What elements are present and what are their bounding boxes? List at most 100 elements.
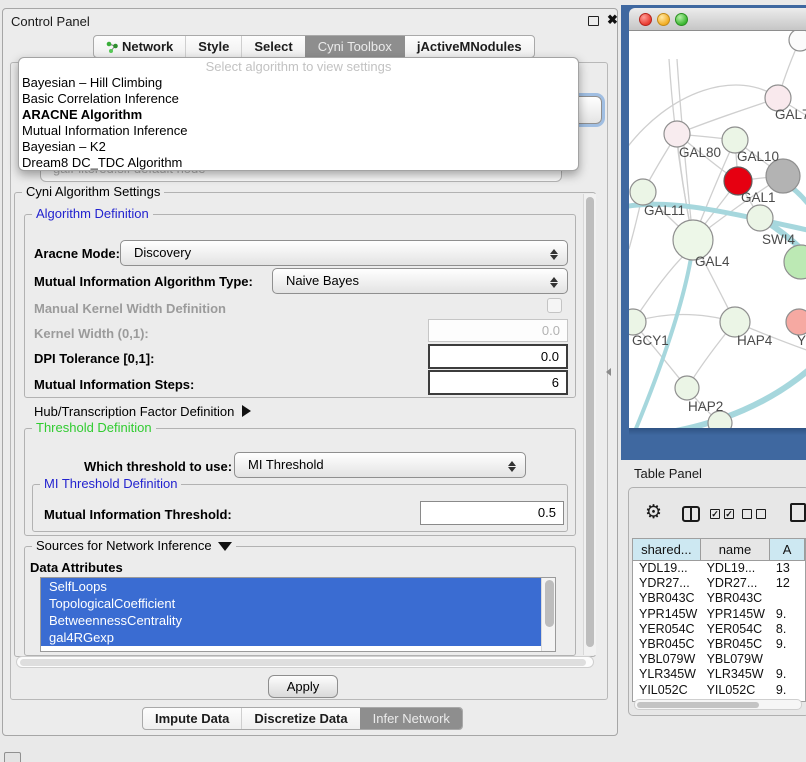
tab-label: jActiveMNodules — [417, 36, 522, 57]
horizontal-scrollbar-thumb[interactable] — [20, 659, 586, 666]
checkbox-unchecked-icon[interactable] — [756, 509, 766, 519]
algorithm-option[interactable]: Dream8 DC_TDC Algorithm — [19, 155, 578, 171]
network-window-titlebar[interactable] — [629, 8, 806, 31]
algorithm-option[interactable]: Bayesian – K2 — [19, 139, 578, 155]
kernel-width-field[interactable]: 0.0 — [428, 319, 568, 342]
node-label-GAL11: GAL11 — [644, 203, 685, 218]
algorithm-option[interactable]: Mutual Information Inference — [19, 123, 578, 139]
mi-algorithm-type-combobox[interactable]: Naive Bayes — [272, 268, 568, 294]
tab-impute-data[interactable]: Impute Data — [143, 708, 241, 729]
tab-select[interactable]: Select — [241, 36, 304, 57]
dpi-tolerance-field[interactable]: 0.0 — [428, 344, 568, 369]
aracne-mode-label: Aracne Mode: — [34, 246, 120, 261]
mac-minimize-icon[interactable] — [657, 13, 670, 26]
mi-threshold-field[interactable]: 0.5 — [420, 501, 564, 525]
network-node-node-green-big[interactable] — [784, 245, 806, 279]
table-header-row: shared...nameA — [633, 539, 805, 561]
network-node-HAP2[interactable] — [675, 376, 699, 400]
table-horizontal-scrollbar[interactable] — [634, 699, 802, 710]
table-cell: YDR27... — [633, 576, 701, 591]
attributes-scrollbar-thumb[interactable] — [545, 580, 554, 627]
tab-network[interactable]: Network — [94, 36, 185, 57]
algorithm-option[interactable]: Bayesian – Hill Climbing — [19, 75, 578, 91]
attribute-item[interactable]: gal4RGexp — [41, 629, 541, 646]
network-node-GAL80[interactable] — [664, 121, 690, 147]
network-node-SWI4[interactable] — [747, 205, 773, 231]
aracne-mode-combobox[interactable]: Discovery — [120, 240, 568, 266]
data-attributes-list[interactable]: SelfLoopsTopologicalCoefficientBetweenne… — [40, 577, 556, 652]
network-node-node-gray[interactable] — [766, 159, 800, 193]
tab-style[interactable]: Style — [185, 36, 241, 57]
stepper-arrows-icon — [507, 458, 516, 474]
algorithm-dropdown-prompt: Select algorithm to view settings — [19, 58, 578, 75]
settings-horizontal-scrollbar[interactable] — [16, 656, 594, 668]
network-node-node-salmon[interactable] — [786, 309, 806, 335]
algorithm-option[interactable]: Basic Correlation Inference — [19, 91, 578, 107]
checkbox-checked-icon[interactable]: ✓ — [724, 509, 734, 519]
sources-group-title[interactable]: Sources for Network Inference — [32, 539, 236, 553]
column-header[interactable]: name — [701, 539, 770, 560]
tab-cyni-toolbox[interactable]: Cyni Toolbox — [305, 36, 404, 57]
table-row[interactable]: YPR145WYPR145W9. — [633, 607, 805, 622]
attributes-list-scrollbar[interactable] — [541, 578, 555, 651]
node-label-GAL4: GAL4 — [695, 254, 730, 269]
attribute-item[interactable]: BetweennessCentrality — [41, 612, 541, 629]
table-cell: YDL19... — [633, 561, 701, 576]
table-row[interactable]: YLR345WYLR345W9. — [633, 667, 805, 682]
algorithm-option[interactable]: ARACNE Algorithm — [19, 107, 578, 123]
mac-zoom-icon[interactable] — [675, 13, 688, 26]
tab-label: Infer Network — [373, 708, 450, 729]
network-canvas[interactable]: GAL7GAL80GAL10GAL1GAL11SWI4GAL4GCY1HAP4Y… — [629, 31, 806, 428]
mi-algorithm-type-value: Naive Bayes — [286, 273, 359, 288]
column-header[interactable]: shared... — [633, 539, 701, 560]
attribute-item[interactable]: TopologicalCoefficient — [41, 595, 541, 612]
table-cell: YDR27... — [701, 576, 770, 591]
collapse-arrow-icon — [218, 542, 232, 551]
float-window-icon[interactable] — [588, 16, 599, 26]
network-node-GCY1[interactable] — [629, 309, 646, 335]
table-cell: 9. — [770, 607, 805, 622]
table-cell: YER054C — [701, 622, 770, 637]
manual-kernel-checkbox[interactable] — [547, 298, 562, 313]
table-scrollbar-thumb[interactable] — [637, 702, 759, 709]
table-row[interactable]: YIL052CYIL052C9. — [633, 683, 805, 698]
mac-close-icon[interactable] — [639, 13, 652, 26]
tab-jactivemnodules[interactable]: jActiveMNodules — [404, 36, 534, 57]
table-cell: YIL052C — [633, 683, 701, 698]
checkbox-unchecked-icon[interactable] — [742, 509, 752, 519]
settings-vertical-scrollbar[interactable] — [583, 194, 596, 655]
node-label-GAL80: GAL80 — [679, 145, 721, 160]
column-header[interactable]: A — [770, 539, 805, 560]
columns-icon[interactable] — [682, 506, 700, 522]
table-row[interactable]: YBR043CYBR043C — [633, 591, 805, 606]
splitpane-collapse-arrow[interactable] — [606, 368, 611, 376]
settings-scrollbar-thumb[interactable] — [586, 197, 594, 647]
gear-icon[interactable]: ⚙ — [645, 501, 662, 523]
table-row[interactable]: YBR045CYBR045C9. — [633, 637, 805, 652]
mi-steps-field[interactable]: 6 — [428, 370, 568, 395]
network-node-GAL11[interactable] — [630, 179, 656, 205]
table-cell: YBL079W — [701, 652, 770, 667]
close-icon[interactable]: ✖ — [607, 12, 618, 28]
node-label-HAP4: HAP4 — [737, 333, 773, 348]
network-edge[interactable] — [677, 98, 778, 134]
which-threshold-combobox[interactable]: MI Threshold — [234, 452, 526, 478]
checkbox-checked-icon[interactable]: ✓ — [710, 509, 720, 519]
table-row[interactable]: YBL079WYBL079W — [633, 652, 805, 667]
stepper-arrows-icon — [549, 274, 558, 290]
table-row[interactable]: YER054CYER054C8. — [633, 622, 805, 637]
table-row[interactable]: YDR27...YDR27...12 — [633, 576, 805, 591]
node-label-GAL7: GAL7 — [775, 107, 806, 122]
tab-discretize-data[interactable]: Discretize Data — [241, 708, 359, 729]
table-cell: YPR145W — [633, 607, 701, 622]
document-icon[interactable] — [790, 503, 806, 522]
apply-button[interactable]: Apply — [268, 675, 338, 698]
table-row[interactable]: YDL19...YDL19...13 — [633, 561, 805, 576]
hub-definition-expander[interactable]: Hub/Transcription Factor Definition — [34, 404, 251, 419]
table-cell: YBR043C — [701, 591, 770, 606]
network-node-node-top-partial[interactable] — [789, 31, 806, 51]
network-edge[interactable] — [629, 85, 778, 153]
tab-infer-network[interactable]: Infer Network — [360, 708, 462, 729]
attribute-item[interactable]: SelfLoops — [41, 578, 541, 595]
network-graph: GAL7GAL80GAL10GAL1GAL11SWI4GAL4GCY1HAP4Y… — [629, 31, 806, 428]
